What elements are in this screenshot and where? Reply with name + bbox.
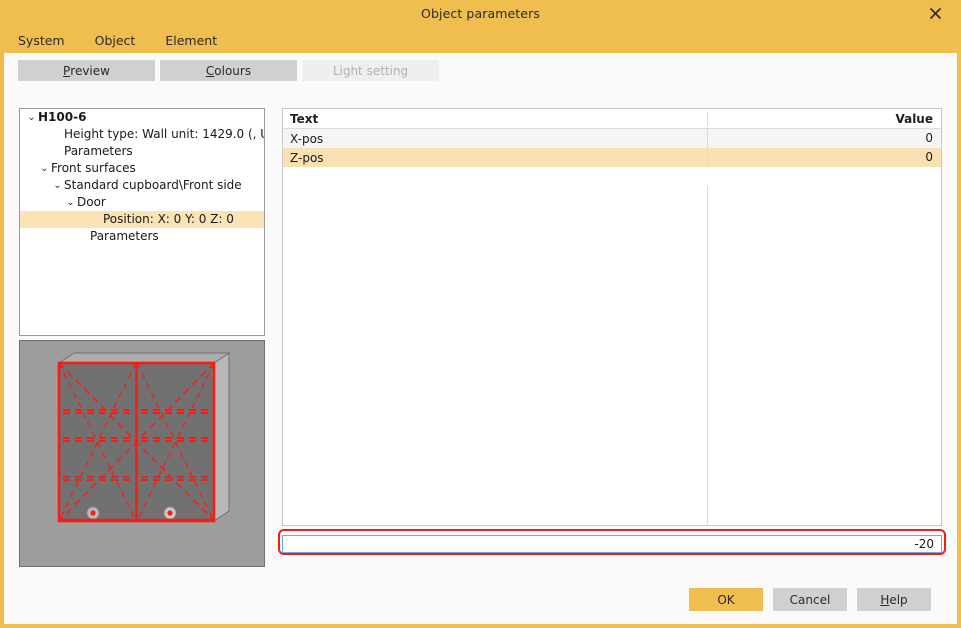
- tree-node-label: Height type: Wall unit: 1429.0 (, Up): [64, 127, 265, 141]
- help-button-mnemonic: H: [880, 592, 890, 607]
- cabinet-wireframe: [57, 352, 231, 523]
- table-row[interactable]: X-pos 0: [283, 129, 941, 148]
- tab-button-row: Preview Colours Light setting: [18, 60, 439, 81]
- tree-node[interactable]: Height type: Wall unit: 1429.0 (, Up): [20, 126, 264, 143]
- door-handle-right: [163, 506, 177, 520]
- door-handle-left: [86, 506, 100, 520]
- chevron-down-icon[interactable]: ⌄: [25, 109, 38, 126]
- cell-value[interactable]: 0: [707, 148, 941, 167]
- tree-node-label: H100-6: [38, 110, 87, 124]
- value-edit-field-wrapper: [278, 529, 946, 555]
- tab-colours-mnemonic: C: [205, 63, 215, 78]
- title-bar: Object parameters: [0, 0, 961, 27]
- object-tree[interactable]: ⌄ H100-6 Height type: Wall unit: 1429.0 (,…: [19, 108, 265, 336]
- cabinet-3d-preview[interactable]: [19, 340, 265, 567]
- column-header-text[interactable]: Text: [283, 112, 707, 126]
- tree-node-label: Parameters: [90, 229, 159, 243]
- column-header-value[interactable]: Value: [707, 111, 941, 126]
- chevron-down-icon[interactable]: ⌄: [51, 177, 64, 194]
- object-parameters-dialog: Object parameters System Object Element …: [0, 0, 961, 628]
- tab-preview-mnemonic: P: [63, 63, 71, 78]
- tree-node[interactable]: Position: X: 0 Y: 0 Z: 0: [20, 211, 264, 228]
- cell-text: X-pos: [290, 131, 324, 146]
- close-icon[interactable]: [915, 0, 955, 27]
- chevron-down-icon[interactable]: ⌄: [38, 160, 51, 177]
- help-button[interactable]: Help: [857, 588, 931, 611]
- ok-button[interactable]: OK: [689, 588, 763, 611]
- tree-node[interactable]: Parameters: [20, 143, 264, 160]
- window-title: Object parameters: [421, 6, 540, 21]
- tree-node-label: Front surfaces: [51, 161, 136, 175]
- cell-text: Z-pos: [290, 150, 324, 165]
- dialog-footer: OK Cancel Help: [4, 588, 957, 618]
- tab-preview-label: review: [70, 63, 110, 78]
- table-empty-area: [283, 186, 941, 525]
- tree-node-label: Position: X: 0 Y: 0 Z: 0: [103, 212, 234, 226]
- cancel-button-label: Cancel: [789, 592, 831, 607]
- tree-node[interactable]: Parameters: [20, 228, 264, 245]
- table-body: X-pos 0 Z-pos 0: [283, 129, 941, 167]
- tree-node-label: Standard cupboard\Front side: [64, 178, 242, 192]
- tab-preview[interactable]: Preview: [18, 60, 155, 81]
- tab-light-setting-label: Light setting: [332, 63, 409, 78]
- help-button-label: elp: [889, 592, 908, 607]
- column-divider: [707, 186, 708, 525]
- table-header-row: Text Value: [283, 109, 941, 129]
- tree-node[interactable]: ⌄ Standard cupboard\Front side: [20, 177, 264, 194]
- tree-node-label: Parameters: [64, 144, 133, 158]
- menu-bar: System Object Element: [0, 27, 961, 53]
- tree-node[interactable]: ⌄ Front surfaces: [20, 160, 264, 177]
- chevron-down-icon[interactable]: ⌄: [64, 194, 77, 211]
- tree-node[interactable]: ⌄ Door: [20, 194, 264, 211]
- tab-colours[interactable]: Colours: [160, 60, 297, 81]
- cancel-button[interactable]: Cancel: [773, 588, 847, 611]
- tab-light-setting: Light setting: [302, 60, 439, 81]
- menu-item-object[interactable]: Object: [95, 33, 136, 48]
- menu-item-element[interactable]: Element: [165, 33, 217, 48]
- tab-colours-label: olours: [214, 63, 252, 78]
- parameter-table[interactable]: Text Value X-pos 0 Z-pos 0: [282, 108, 942, 526]
- value-edit-input[interactable]: [282, 535, 942, 553]
- tree-node[interactable]: ⌄ H100-6: [20, 109, 264, 126]
- ok-button-label: OK: [717, 592, 735, 607]
- menu-item-system[interactable]: System: [18, 33, 65, 48]
- table-row[interactable]: Z-pos 0: [283, 148, 941, 167]
- tree-node-label: Door: [77, 195, 106, 209]
- cell-value[interactable]: 0: [707, 129, 941, 148]
